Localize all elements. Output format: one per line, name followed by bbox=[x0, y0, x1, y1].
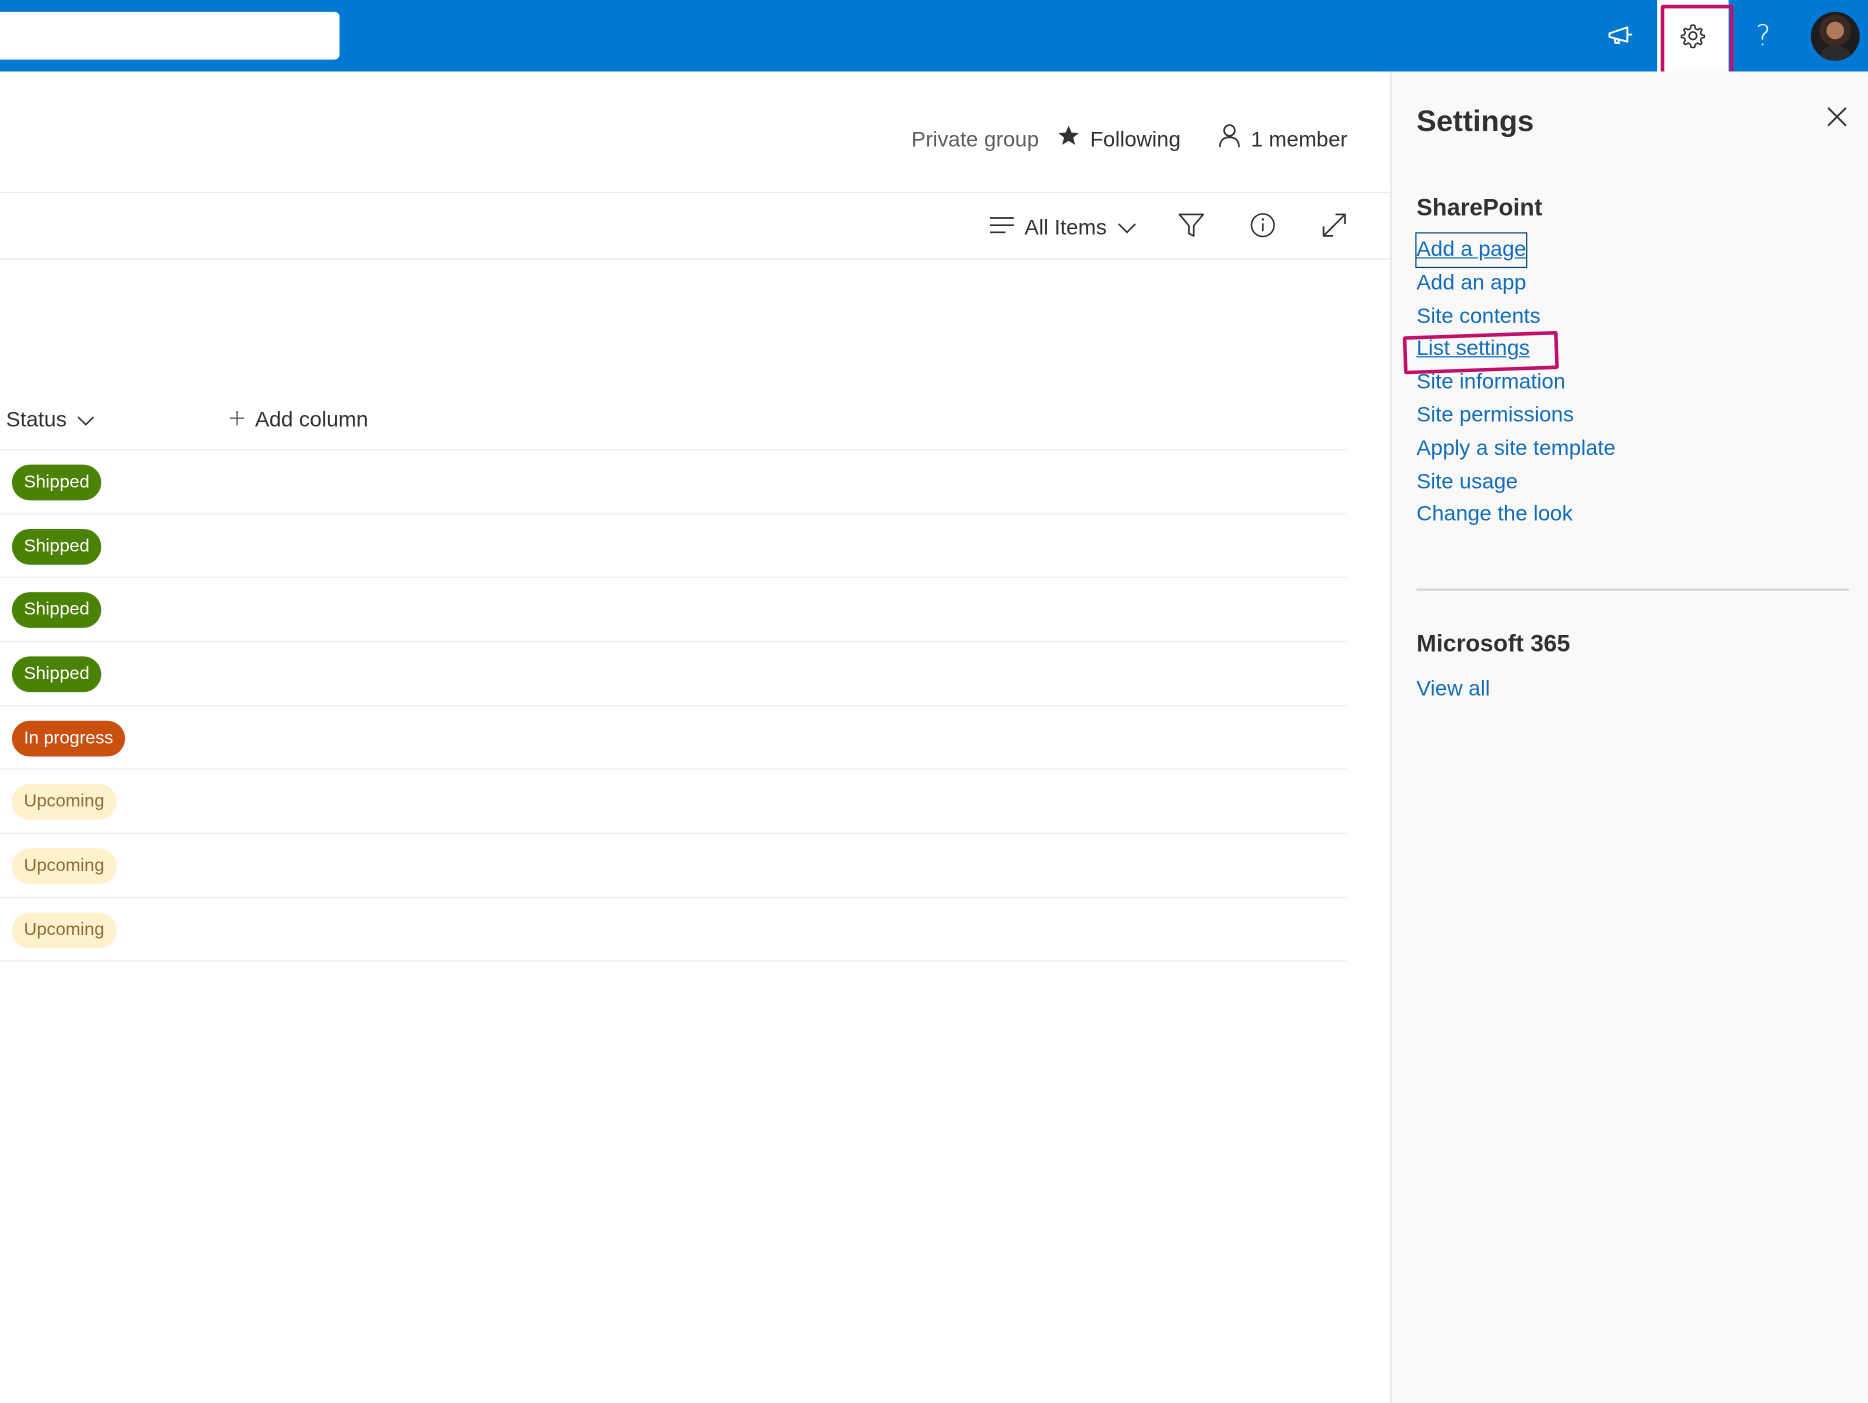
apply-site-template-link[interactable]: Apply a site template bbox=[1416, 432, 1615, 465]
change-the-look-link[interactable]: Change the look bbox=[1416, 498, 1615, 531]
close-panel-button[interactable] bbox=[1822, 104, 1853, 135]
add-column-label: Add column bbox=[254, 406, 369, 431]
site-information-link[interactable]: Site information bbox=[1416, 366, 1615, 399]
microsoft-365-section-heading: Microsoft 365 bbox=[1416, 631, 1571, 658]
site-contents-link[interactable]: Site contents bbox=[1416, 300, 1615, 333]
table-row[interactable]: Upcoming bbox=[0, 832, 1347, 897]
table-row[interactable]: Shipped bbox=[0, 641, 1347, 705]
site-permissions-link[interactable]: Site permissions bbox=[1416, 399, 1615, 432]
table-row[interactable]: Upcoming bbox=[0, 896, 1347, 961]
table-row[interactable]: Upcoming bbox=[0, 768, 1347, 833]
status-badge: Upcoming bbox=[11, 784, 117, 821]
add-column-button[interactable]: Add column bbox=[229, 403, 368, 436]
sharepoint-list-page: ? Private group Following 1 member All I… bbox=[0, 0, 1868, 1403]
members-button[interactable]: 1 member bbox=[1218, 122, 1348, 157]
info-icon bbox=[1249, 210, 1278, 245]
table-row[interactable]: In progress bbox=[0, 704, 1347, 769]
table-row[interactable]: Shipped bbox=[0, 577, 1347, 641]
list-rows: Shipped Shipped Shipped Shipped In progr… bbox=[0, 449, 1347, 961]
status-badge: Upcoming bbox=[11, 912, 117, 949]
following-label: Following bbox=[1090, 127, 1181, 152]
private-group-text: Private group bbox=[911, 127, 1039, 152]
announcement-button[interactable] bbox=[1584, 0, 1655, 71]
expand-icon bbox=[1320, 210, 1349, 245]
settings-button[interactable] bbox=[1657, 0, 1729, 72]
suite-bar: ? bbox=[0, 0, 1868, 72]
settings-panel: Settings SharePoint Add a page Add an ap… bbox=[1390, 71, 1868, 1403]
status-badge: Upcoming bbox=[11, 848, 117, 885]
group-privacy-label: Private group bbox=[911, 124, 1039, 155]
view-switcher[interactable]: All Items bbox=[989, 210, 1138, 246]
help-button[interactable]: ? bbox=[1727, 0, 1798, 71]
status-badge: Shipped bbox=[11, 592, 102, 629]
chevron-down-icon bbox=[1116, 215, 1137, 240]
list-settings-link[interactable]: List settings bbox=[1416, 333, 1615, 366]
header-divider bbox=[0, 191, 1391, 193]
filter-icon bbox=[1177, 210, 1206, 245]
table-row[interactable]: Shipped bbox=[0, 513, 1347, 577]
site-usage-link[interactable]: Site usage bbox=[1416, 465, 1615, 498]
view-all-link[interactable]: View all bbox=[1416, 677, 1490, 702]
member-count-label: 1 member bbox=[1250, 127, 1348, 152]
status-badge: Shipped bbox=[11, 528, 102, 565]
status-badge: Shipped bbox=[11, 656, 102, 693]
table-row[interactable]: Shipped bbox=[0, 449, 1347, 513]
search-input[interactable] bbox=[0, 11, 340, 60]
info-button[interactable] bbox=[1245, 210, 1281, 246]
filter-button[interactable] bbox=[1173, 210, 1209, 246]
sharepoint-links: Add a page Add an app Site contents List… bbox=[1415, 232, 1616, 532]
close-icon bbox=[1826, 105, 1847, 132]
settings-panel-title: Settings bbox=[1416, 104, 1534, 139]
megaphone-icon bbox=[1607, 25, 1633, 46]
person-icon bbox=[1218, 122, 1242, 157]
add-an-app-link[interactable]: Add an app bbox=[1416, 267, 1615, 300]
status-column-label: Status bbox=[5, 406, 67, 431]
panel-divider bbox=[1416, 588, 1849, 591]
plus-icon bbox=[229, 407, 246, 432]
help-icon: ? bbox=[1755, 19, 1771, 53]
add-a-page-link[interactable]: Add a page bbox=[1415, 232, 1528, 268]
expand-button[interactable] bbox=[1316, 210, 1352, 246]
sharepoint-section-heading: SharePoint bbox=[1416, 195, 1543, 222]
gear-icon bbox=[1680, 23, 1706, 49]
status-badge: In progress bbox=[11, 720, 126, 757]
command-bar-divider bbox=[0, 258, 1391, 260]
view-list-icon bbox=[989, 215, 1015, 240]
view-label: All Items bbox=[1024, 215, 1107, 239]
star-icon bbox=[1057, 123, 1081, 155]
following-button[interactable]: Following bbox=[1057, 124, 1181, 155]
status-badge: Shipped bbox=[11, 464, 102, 501]
chevron-down-icon bbox=[76, 407, 95, 432]
column-header-status[interactable]: Status bbox=[6, 403, 95, 436]
avatar[interactable] bbox=[1810, 11, 1860, 61]
